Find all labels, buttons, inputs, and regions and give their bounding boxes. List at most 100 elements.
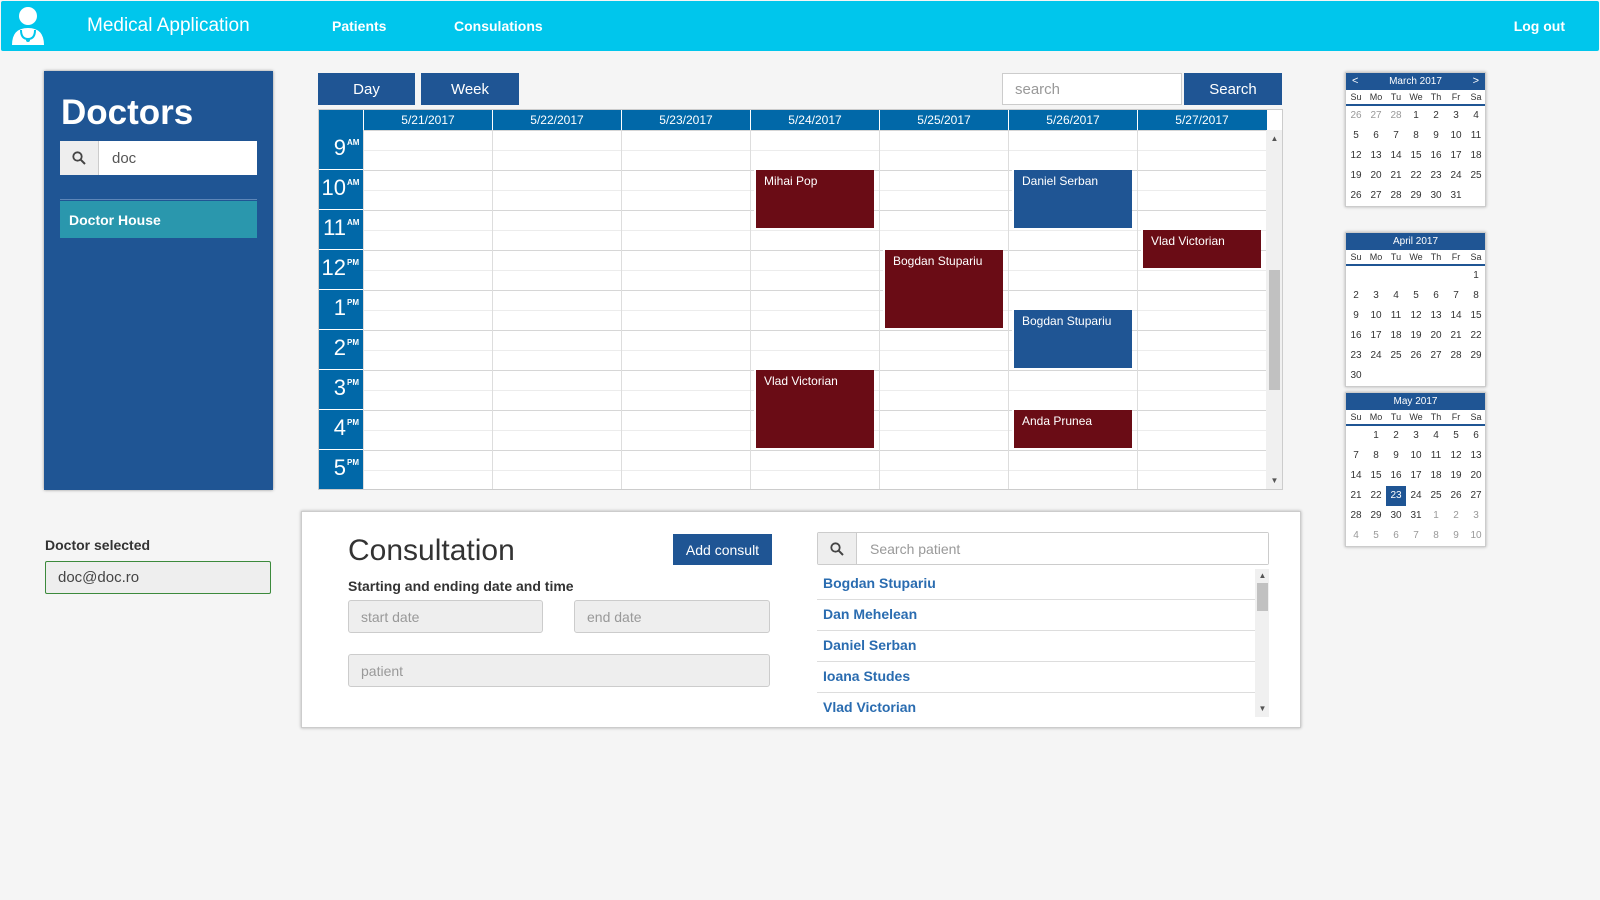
day-cell[interactable]: 20 [1426, 326, 1446, 346]
doctor-selected-field[interactable]: doc@doc.ro [45, 561, 271, 594]
patient-input[interactable] [348, 654, 770, 687]
day-cell[interactable]: 15 [1406, 146, 1426, 166]
appointment-event[interactable]: Vlad Victorian [754, 370, 874, 448]
day-cell[interactable]: 5 [1406, 286, 1426, 306]
day-cell[interactable]: 5 [1346, 126, 1366, 146]
day-cell[interactable]: 8 [1426, 526, 1446, 546]
day-cell[interactable]: 27 [1366, 186, 1386, 206]
day-cell[interactable]: 25 [1426, 486, 1446, 506]
patient-item[interactable]: Bogdan Stupariu [817, 569, 1255, 600]
day-cell[interactable]: 9 [1446, 526, 1466, 546]
day-cell[interactable]: 28 [1386, 186, 1406, 206]
logout-link[interactable]: Log out [1514, 18, 1565, 34]
day-cell[interactable]: 3 [1466, 506, 1486, 526]
day-cell[interactable]: 29 [1406, 186, 1426, 206]
day-cell[interactable]: 2 [1346, 286, 1366, 306]
day-cell[interactable]: 23 [1386, 486, 1406, 506]
day-cell[interactable]: 11 [1386, 306, 1406, 326]
day-cell[interactable]: 7 [1346, 446, 1366, 466]
scroll-down-icon[interactable]: ▼ [1269, 476, 1280, 487]
day-cell[interactable]: 13 [1366, 146, 1386, 166]
day-cell[interactable]: 31 [1446, 186, 1466, 206]
day-cell[interactable]: 7 [1386, 126, 1406, 146]
day-cell[interactable]: 10 [1466, 526, 1486, 546]
day-cell[interactable]: 8 [1466, 286, 1486, 306]
day-cell[interactable]: 18 [1466, 146, 1486, 166]
scroll-up-icon[interactable]: ▲ [1269, 134, 1280, 145]
day-cell[interactable]: 4 [1386, 286, 1406, 306]
day-cell[interactable]: 9 [1426, 126, 1446, 146]
scroll-up-icon[interactable]: ▲ [1257, 571, 1268, 582]
day-cell[interactable]: 25 [1386, 346, 1406, 366]
day-cell[interactable]: 6 [1426, 286, 1446, 306]
day-cell[interactable]: 10 [1446, 126, 1466, 146]
day-cell[interactable]: 7 [1406, 526, 1426, 546]
day-cell[interactable]: 28 [1346, 506, 1366, 526]
day-cell[interactable]: 26 [1446, 486, 1466, 506]
day-cell[interactable]: 27 [1426, 346, 1446, 366]
day-cell[interactable]: 1 [1366, 426, 1386, 446]
day-cell[interactable]: 28 [1386, 106, 1406, 126]
calendar-search-input[interactable] [1002, 73, 1182, 105]
day-cell[interactable]: 18 [1386, 326, 1406, 346]
day-cell[interactable]: 6 [1386, 526, 1406, 546]
day-cell[interactable]: 4 [1346, 526, 1366, 546]
day-cell[interactable]: 19 [1406, 326, 1426, 346]
search-icon[interactable] [60, 141, 99, 175]
day-cell[interactable]: 12 [1406, 306, 1426, 326]
day-cell[interactable]: 29 [1366, 506, 1386, 526]
day-cell[interactable]: 1 [1466, 266, 1486, 286]
calendar-search-button[interactable]: Search [1184, 73, 1282, 105]
calendar-scrollbar[interactable]: ▲ ▼ [1266, 130, 1282, 489]
day-cell[interactable]: 3 [1406, 426, 1426, 446]
day-cell[interactable]: 23 [1426, 166, 1446, 186]
day-cell[interactable]: 12 [1346, 146, 1366, 166]
day-cell[interactable]: 1 [1426, 506, 1446, 526]
day-cell[interactable]: 8 [1366, 446, 1386, 466]
prev-month-icon[interactable]: < [1352, 73, 1358, 90]
start-date-input[interactable] [348, 600, 543, 633]
scrollbar-thumb[interactable] [1257, 583, 1268, 611]
patient-list-scrollbar[interactable]: ▲ ▼ [1255, 569, 1269, 717]
day-cell[interactable]: 22 [1406, 166, 1426, 186]
day-cell[interactable]: 19 [1346, 166, 1366, 186]
day-cell[interactable]: 18 [1426, 466, 1446, 486]
day-cell[interactable]: 20 [1366, 166, 1386, 186]
week-view-button[interactable]: Week [421, 73, 519, 105]
day-cell[interactable]: 9 [1386, 446, 1406, 466]
day-cell[interactable]: 11 [1426, 446, 1446, 466]
day-cell[interactable]: 17 [1406, 466, 1426, 486]
patient-search-input[interactable] [858, 533, 1268, 564]
day-cell[interactable]: 10 [1366, 306, 1386, 326]
day-cell[interactable]: 24 [1406, 486, 1426, 506]
end-date-input[interactable] [574, 600, 770, 633]
day-cell[interactable]: 31 [1406, 506, 1426, 526]
day-cell[interactable]: 4 [1466, 106, 1486, 126]
nav-patients[interactable]: Patients [332, 18, 386, 34]
patient-item[interactable]: Ioana Studes [817, 662, 1255, 693]
appointment-event[interactable]: Vlad Victorian [1141, 230, 1261, 268]
day-cell[interactable]: 13 [1426, 306, 1446, 326]
day-cell[interactable]: 16 [1386, 466, 1406, 486]
day-cell[interactable]: 8 [1406, 126, 1426, 146]
day-cell[interactable]: 25 [1466, 166, 1486, 186]
appointment-event[interactable]: Bogdan Stupariu [883, 250, 1003, 328]
day-cell[interactable]: 15 [1366, 466, 1386, 486]
day-cell[interactable]: 14 [1446, 306, 1466, 326]
day-cell[interactable]: 10 [1406, 446, 1426, 466]
day-cell[interactable]: 24 [1446, 166, 1466, 186]
day-cell[interactable]: 1 [1406, 106, 1426, 126]
doctor-item[interactable]: Doctor House [60, 201, 257, 238]
day-cell[interactable]: 3 [1446, 106, 1466, 126]
day-cell[interactable]: 26 [1406, 346, 1426, 366]
doctor-search-input[interactable] [100, 141, 257, 175]
next-month-icon[interactable]: > [1473, 73, 1479, 90]
day-cell[interactable]: 27 [1366, 106, 1386, 126]
day-cell[interactable]: 16 [1346, 326, 1366, 346]
day-cell[interactable]: 21 [1386, 166, 1406, 186]
day-cell[interactable]: 30 [1346, 366, 1366, 386]
scroll-down-icon[interactable]: ▼ [1257, 704, 1268, 715]
day-cell[interactable]: 7 [1446, 286, 1466, 306]
day-cell[interactable]: 20 [1466, 466, 1486, 486]
day-cell[interactable]: 6 [1466, 426, 1486, 446]
